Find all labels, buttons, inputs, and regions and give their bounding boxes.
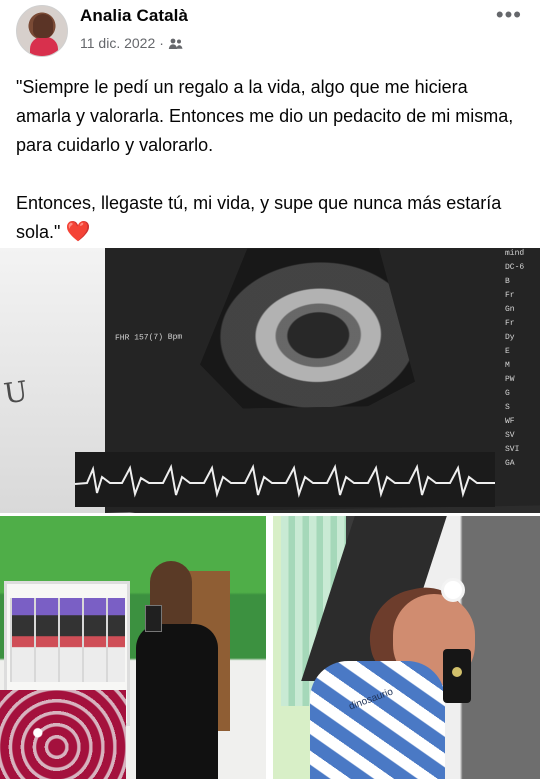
ultrasound-side-label: Fr	[505, 318, 515, 329]
phone-in-mirror	[145, 605, 162, 632]
bedroom-pregnancy-photo[interactable]	[0, 516, 266, 779]
post-meta: 11 dic. 2022 ·	[80, 35, 183, 51]
ultrasound-side-label: E	[505, 346, 510, 357]
friends-icon[interactable]	[168, 37, 183, 50]
ultrasound-side-label: B	[505, 276, 510, 287]
ultrasound-side-label: SVI	[505, 444, 520, 455]
ultrasound-side-label: S	[505, 402, 510, 413]
ultrasound-image	[200, 248, 415, 409]
bed-with-blanket	[0, 690, 126, 779]
ultrasound-side-label: Gn	[505, 304, 515, 315]
post-photo-grid: FHR 157(7) Bpm mind DC-6 B Fr Gn Fr Dy E…	[0, 248, 540, 779]
meta-separator: ·	[159, 35, 164, 51]
woman-in-black-dress	[126, 556, 222, 779]
author-avatar[interactable]	[16, 5, 68, 57]
post-caption: "Siempre le pedí un regalo a la vida, al…	[16, 73, 526, 247]
ultrasound-side-label: WF	[505, 416, 515, 427]
ultrasound-side-label: Dy	[505, 332, 515, 343]
striped-shirt	[310, 661, 445, 779]
ultrasound-side-label: mind	[505, 248, 525, 259]
heart-emoji-icon: ❤️	[65, 221, 91, 243]
more-options-icon: •••	[495, 2, 522, 27]
post-header: Analia Català 11 dic. 2022 · •••	[0, 0, 540, 62]
hair-flower	[444, 581, 462, 599]
ultrasound-side-label: G	[505, 388, 510, 399]
ultrasound-side-label: GA	[505, 458, 515, 469]
caption-paragraph-1: "Siempre le pedí un regalo a la vida, al…	[16, 77, 514, 155]
selfie-phone	[443, 649, 471, 703]
heartbeat-waveform	[75, 452, 495, 507]
ultrasound-side-label: SV	[505, 430, 515, 441]
ultrasound-photo[interactable]: FHR 157(7) Bpm mind DC-6 B Fr Gn Fr Dy E…	[0, 248, 540, 513]
ultrasound-side-label: DC-6	[505, 262, 525, 273]
mirror-selfie-photo[interactable]: dinosaurio	[273, 516, 540, 779]
post-date[interactable]: 11 dic. 2022	[80, 35, 155, 51]
more-options-button[interactable]: •••	[496, 4, 522, 26]
ultrasound-side-label: PW	[505, 374, 515, 385]
author-name[interactable]: Analia Català	[80, 6, 188, 26]
ultrasound-side-label: M	[505, 360, 510, 371]
ultrasound-side-labels: mind DC-6 B Fr Gn Fr Dy E M PW G S WF SV…	[505, 248, 533, 471]
ultrasound-label: FHR 157(7) Bpm	[115, 332, 183, 343]
ultrasound-side-label: Fr	[505, 290, 515, 301]
caption-paragraph-2: Entonces, llegaste tú, mi vida, y supe q…	[16, 189, 526, 247]
